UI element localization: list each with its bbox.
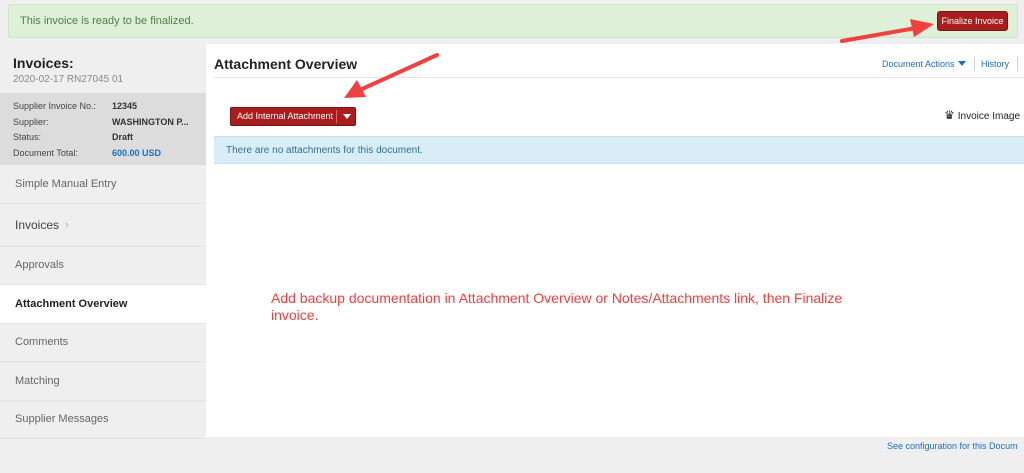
annotation-text: Add backup documentation in Attachment O…	[271, 290, 843, 323]
caret-down-icon[interactable]	[343, 114, 351, 119]
divider	[974, 57, 975, 71]
configuration-link[interactable]: See configuration for this Docum	[887, 441, 1018, 451]
detail-row: Document Total: 600.00 USD	[13, 146, 206, 162]
invoice-header: Invoices: 2020-02-17 RN27045 01	[0, 44, 206, 93]
caret-down-icon	[957, 61, 966, 66]
split-divider	[336, 110, 337, 123]
invoice-details: Supplier Invoice No.: 12345 Supplier: WA…	[0, 93, 206, 165]
sidebar-item-label: Approvals	[15, 259, 64, 272]
detail-value: WASHINGTON P...	[112, 116, 189, 127]
finalize-invoice-button[interactable]: Finalize Invoice	[937, 11, 1008, 31]
sidebar: Invoices: 2020-02-17 RN27045 01 Supplier…	[0, 44, 206, 473]
chevron-right-icon: ›	[65, 218, 69, 231]
document-actions-label: Document Actions	[882, 59, 955, 69]
sidebar-item-label: Comments	[15, 336, 69, 349]
sidebar-item-label: Attachment Overview	[15, 297, 128, 310]
document-actions-dropdown[interactable]: Document Actions	[882, 59, 966, 69]
sidebar-item-comments[interactable]: Comments	[0, 324, 206, 362]
sidebar-item-supplier-messages[interactable]: Supplier Messages	[0, 401, 206, 439]
invoice-image-label: Invoice Image	[957, 111, 1021, 122]
detail-value: 12345	[112, 101, 138, 111]
sidebar-item-matching[interactable]: Matching	[0, 362, 206, 401]
page-title: Attachment Overview	[214, 56, 358, 72]
detail-row: Supplier Invoice No.: 12345	[13, 99, 206, 115]
invoice-subtitle: 2020-02-17 RN27045 01	[13, 74, 124, 85]
add-internal-attachment-button[interactable]: Add Internal Attachment	[230, 107, 356, 126]
document-total-value[interactable]: 600.00 USD	[112, 146, 161, 162]
sidebar-item-label: Supplier Messages	[15, 413, 109, 426]
invoice-image-link[interactable]: ♛ Invoice Image	[944, 108, 1020, 122]
detail-row: Supplier: WASHINGTON P...	[13, 115, 206, 131]
sidebar-item-label: Simple Manual Entry	[15, 177, 117, 190]
detail-label: Document Total:	[13, 147, 78, 158]
success-banner: This invoice is ready to be finalized.	[8, 4, 1018, 38]
detail-label: Supplier:	[13, 116, 49, 127]
history-link[interactable]: History	[981, 59, 1009, 69]
add-attachment-label: Add Internal Attachment	[237, 111, 334, 121]
alert-message: There are no attachments for this docume…	[226, 145, 423, 156]
sidebar-item-simple-manual-entry[interactable]: Simple Manual Entry	[0, 165, 206, 204]
sidebar-nav: Simple Manual Entry Invoices › Approvals …	[0, 165, 206, 439]
detail-value: Draft	[112, 132, 134, 142]
sidebar-item-label: Matching	[15, 374, 60, 387]
detail-label: Status:	[13, 132, 42, 142]
banner-message: This invoice is ready to be finalized.	[20, 15, 194, 27]
main-panel: Attachment Overview Document Actions His…	[206, 44, 1024, 437]
crown-icon: ♛	[944, 108, 955, 122]
sidebar-item-approvals[interactable]: Approvals	[0, 247, 206, 285]
sidebar-item-attachment-overview[interactable]: Attachment Overview	[0, 285, 206, 324]
divider	[1017, 57, 1018, 71]
empty-attachments-alert: There are no attachments for this docume…	[214, 136, 1024, 164]
invoice-title: Invoices:	[13, 55, 74, 71]
sidebar-item-label: Invoices	[15, 217, 60, 232]
detail-row: Status: Draft	[13, 130, 206, 146]
detail-label: Supplier Invoice No.:	[13, 101, 97, 111]
sidebar-item-invoices[interactable]: Invoices ›	[0, 204, 206, 247]
divider	[214, 77, 1024, 78]
